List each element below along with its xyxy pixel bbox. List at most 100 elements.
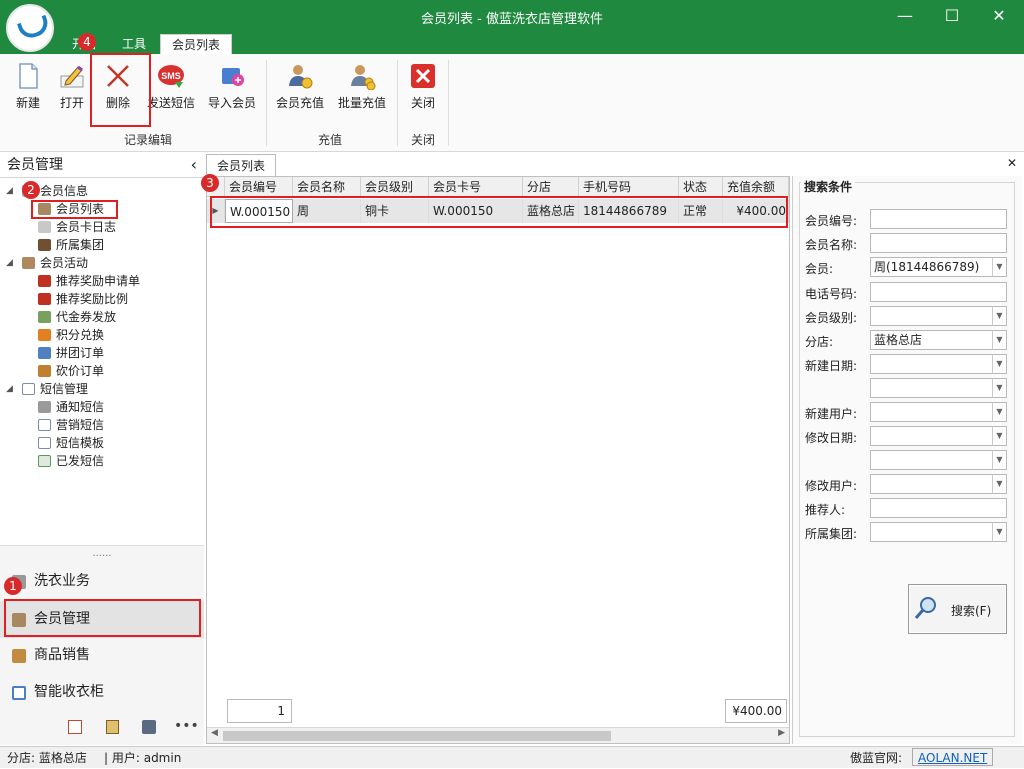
tree-label: 通知短信 <box>56 400 105 414</box>
member-no-input[interactable] <box>870 209 1007 229</box>
chevron-down-icon[interactable]: ▼ <box>992 523 1006 541</box>
close-window-button[interactable]: ✕ <box>984 4 1014 28</box>
create-date-to[interactable]: ▼ <box>870 378 1007 398</box>
tree-node-team-order[interactable]: 拼团订单 <box>38 345 104 362</box>
tree-label: 短信管理 <box>40 382 89 396</box>
tree-node-marketing-sms[interactable]: 营销短信 <box>38 417 104 434</box>
member-recharge-button[interactable]: 会员充值 <box>272 58 328 118</box>
import-icon <box>222 68 244 86</box>
group-recharge: 充值 <box>317 133 342 147</box>
close-ribbon-button[interactable]: 关闭 <box>404 58 442 118</box>
create-user-select[interactable]: ▼ <box>870 402 1007 422</box>
tools-icon[interactable] <box>142 720 156 734</box>
tree-label: 代金券发放 <box>56 310 117 324</box>
member-select[interactable]: 周(18144866789) ▼ <box>870 257 1007 277</box>
nav-sales[interactable]: 商品销售 <box>0 637 204 674</box>
step-badge-2: 2 <box>22 181 40 199</box>
chevron-down-icon[interactable]: ▼ <box>992 403 1006 421</box>
splitter-grip[interactable]: ...... <box>0 548 204 559</box>
tree-node-voucher[interactable]: 代金券发放 <box>38 309 116 326</box>
card-icon <box>38 221 51 233</box>
nav-laundry[interactable]: 洗衣业务 <box>0 563 204 600</box>
nav-label: 洗衣业务 <box>34 573 90 589</box>
chevron-down-icon[interactable]: ▼ <box>992 427 1006 445</box>
modify-user-select[interactable]: ▼ <box>870 474 1007 494</box>
search-panel: 搜索条件 会员编号: 会员名称: 会员: 周(18144866789) ▼ 电话号… <box>792 176 1022 744</box>
tree-node-sms-template[interactable]: 短信模板 <box>38 435 104 452</box>
group-close: 关闭 <box>410 133 435 147</box>
tree-node-card-log[interactable]: 会员卡日志 <box>38 219 116 236</box>
chevron-down-icon[interactable]: ▼ <box>992 307 1006 325</box>
sidebar-header: 会员管理 ‹ <box>0 152 204 178</box>
column-header[interactable]: 充值余额 <box>723 177 789 197</box>
tree-label: 会员卡日志 <box>56 220 117 234</box>
site-link[interactable]: AOLAN.NET <box>912 748 994 766</box>
tree-node-sent-sms[interactable]: 已发短信 <box>38 453 104 470</box>
group-select[interactable]: ▼ <box>870 522 1007 542</box>
modify-date-from[interactable]: ▼ <box>870 426 1007 446</box>
tree-node-sms-manage[interactable]: ◢ 短信管理 <box>6 381 89 398</box>
more-options-button[interactable]: ••• <box>174 718 199 734</box>
tree-label: 会员活动 <box>40 256 89 270</box>
tab-member-list[interactable]: 会员列表 <box>160 34 232 54</box>
maximize-button[interactable]: ☐ <box>937 4 967 28</box>
chevron-down-icon[interactable]: ▼ <box>992 475 1006 493</box>
scroll-right-icon[interactable]: ▶ <box>778 728 785 738</box>
collapse-panel-button[interactable]: ‹ <box>191 152 197 178</box>
chevron-down-icon[interactable]: ▼ <box>992 331 1006 349</box>
column-header[interactable]: 会员级别 <box>361 177 429 197</box>
member-name-input[interactable] <box>870 233 1007 253</box>
tab-tools[interactable]: 工具 <box>112 34 156 54</box>
new-button[interactable]: 新建 <box>6 58 50 118</box>
column-header[interactable]: 分店 <box>523 177 579 197</box>
column-header[interactable]: 会员名称 <box>293 177 361 197</box>
tree-node-referral-ratio[interactable]: 推荐奖励比例 <box>38 291 128 308</box>
chevron-down-icon[interactable]: ▼ <box>992 379 1006 397</box>
tree-node-notify-sms[interactable]: 通知短信 <box>38 399 104 416</box>
store-select[interactable]: 蓝格总店 ▼ <box>870 330 1007 350</box>
expand-triangle-icon[interactable]: ◢ <box>6 255 13 272</box>
sidebar-title: 会员管理 <box>7 157 63 173</box>
chevron-down-icon[interactable]: ▼ <box>992 355 1006 373</box>
expand-triangle-icon[interactable]: ◢ <box>6 183 13 200</box>
tree-node-bargain-order[interactable]: 砍价订单 <box>38 363 104 380</box>
create-date-from[interactable]: ▼ <box>870 354 1007 374</box>
step-badge-1: 1 <box>4 577 22 595</box>
send-sms-button[interactable]: SMS 发送短信 <box>144 58 198 118</box>
scrollbar-thumb[interactable] <box>223 731 611 741</box>
highlight-delete <box>90 53 151 127</box>
column-header[interactable]: 状态 <box>679 177 723 197</box>
referrer-input[interactable] <box>870 498 1007 518</box>
nav-cabinet[interactable]: 智能收衣柜 <box>0 674 204 711</box>
column-header[interactable]: 会员编号 <box>225 177 293 197</box>
search-button[interactable]: 搜索(F) <box>908 584 1007 634</box>
tree-node-points[interactable]: 积分兑换 <box>38 327 104 344</box>
document-tab[interactable]: 会员列表 <box>206 154 276 176</box>
member-level-select[interactable]: ▼ <box>870 306 1007 326</box>
calendar-icon[interactable] <box>68 720 82 734</box>
member-coin-icon <box>289 65 313 89</box>
horizontal-scrollbar[interactable]: ◀ ▶ <box>207 727 789 743</box>
column-header[interactable]: 手机号码 <box>579 177 679 197</box>
field-label: 所属集团: <box>805 527 858 541</box>
scroll-left-icon[interactable]: ◀ <box>211 728 218 738</box>
tree-node-group[interactable]: 所属集团 <box>38 237 104 254</box>
notes-icon[interactable] <box>106 720 119 734</box>
import-member-button[interactable]: 导入会员 <box>204 58 260 118</box>
expand-triangle-icon[interactable]: ◢ <box>6 381 13 398</box>
chevron-down-icon[interactable]: ▼ <box>992 258 1006 276</box>
open-button[interactable]: 打开 <box>52 58 92 118</box>
minimize-button[interactable]: — <box>890 4 920 28</box>
modify-date-to[interactable]: ▼ <box>870 450 1007 470</box>
field-label: 会员级别: <box>805 311 858 325</box>
chevron-down-icon[interactable]: ▼ <box>992 451 1006 469</box>
tree-node-referral-request[interactable]: 推荐奖励申请单 <box>38 273 140 290</box>
batch-recharge-button[interactable]: 批量充值 <box>334 58 390 118</box>
phone-input[interactable] <box>870 282 1007 302</box>
highlight-member-nav <box>4 599 201 637</box>
status-store: 分店: 蓝格总店 <box>7 751 87 765</box>
column-header[interactable]: 会员卡号 <box>429 177 523 197</box>
close-tab-button[interactable]: ✕ <box>1007 156 1017 170</box>
step-badge-4: 4 <box>78 33 96 51</box>
tree-node-member-activity[interactable]: ◢ 会员活动 <box>6 255 89 272</box>
